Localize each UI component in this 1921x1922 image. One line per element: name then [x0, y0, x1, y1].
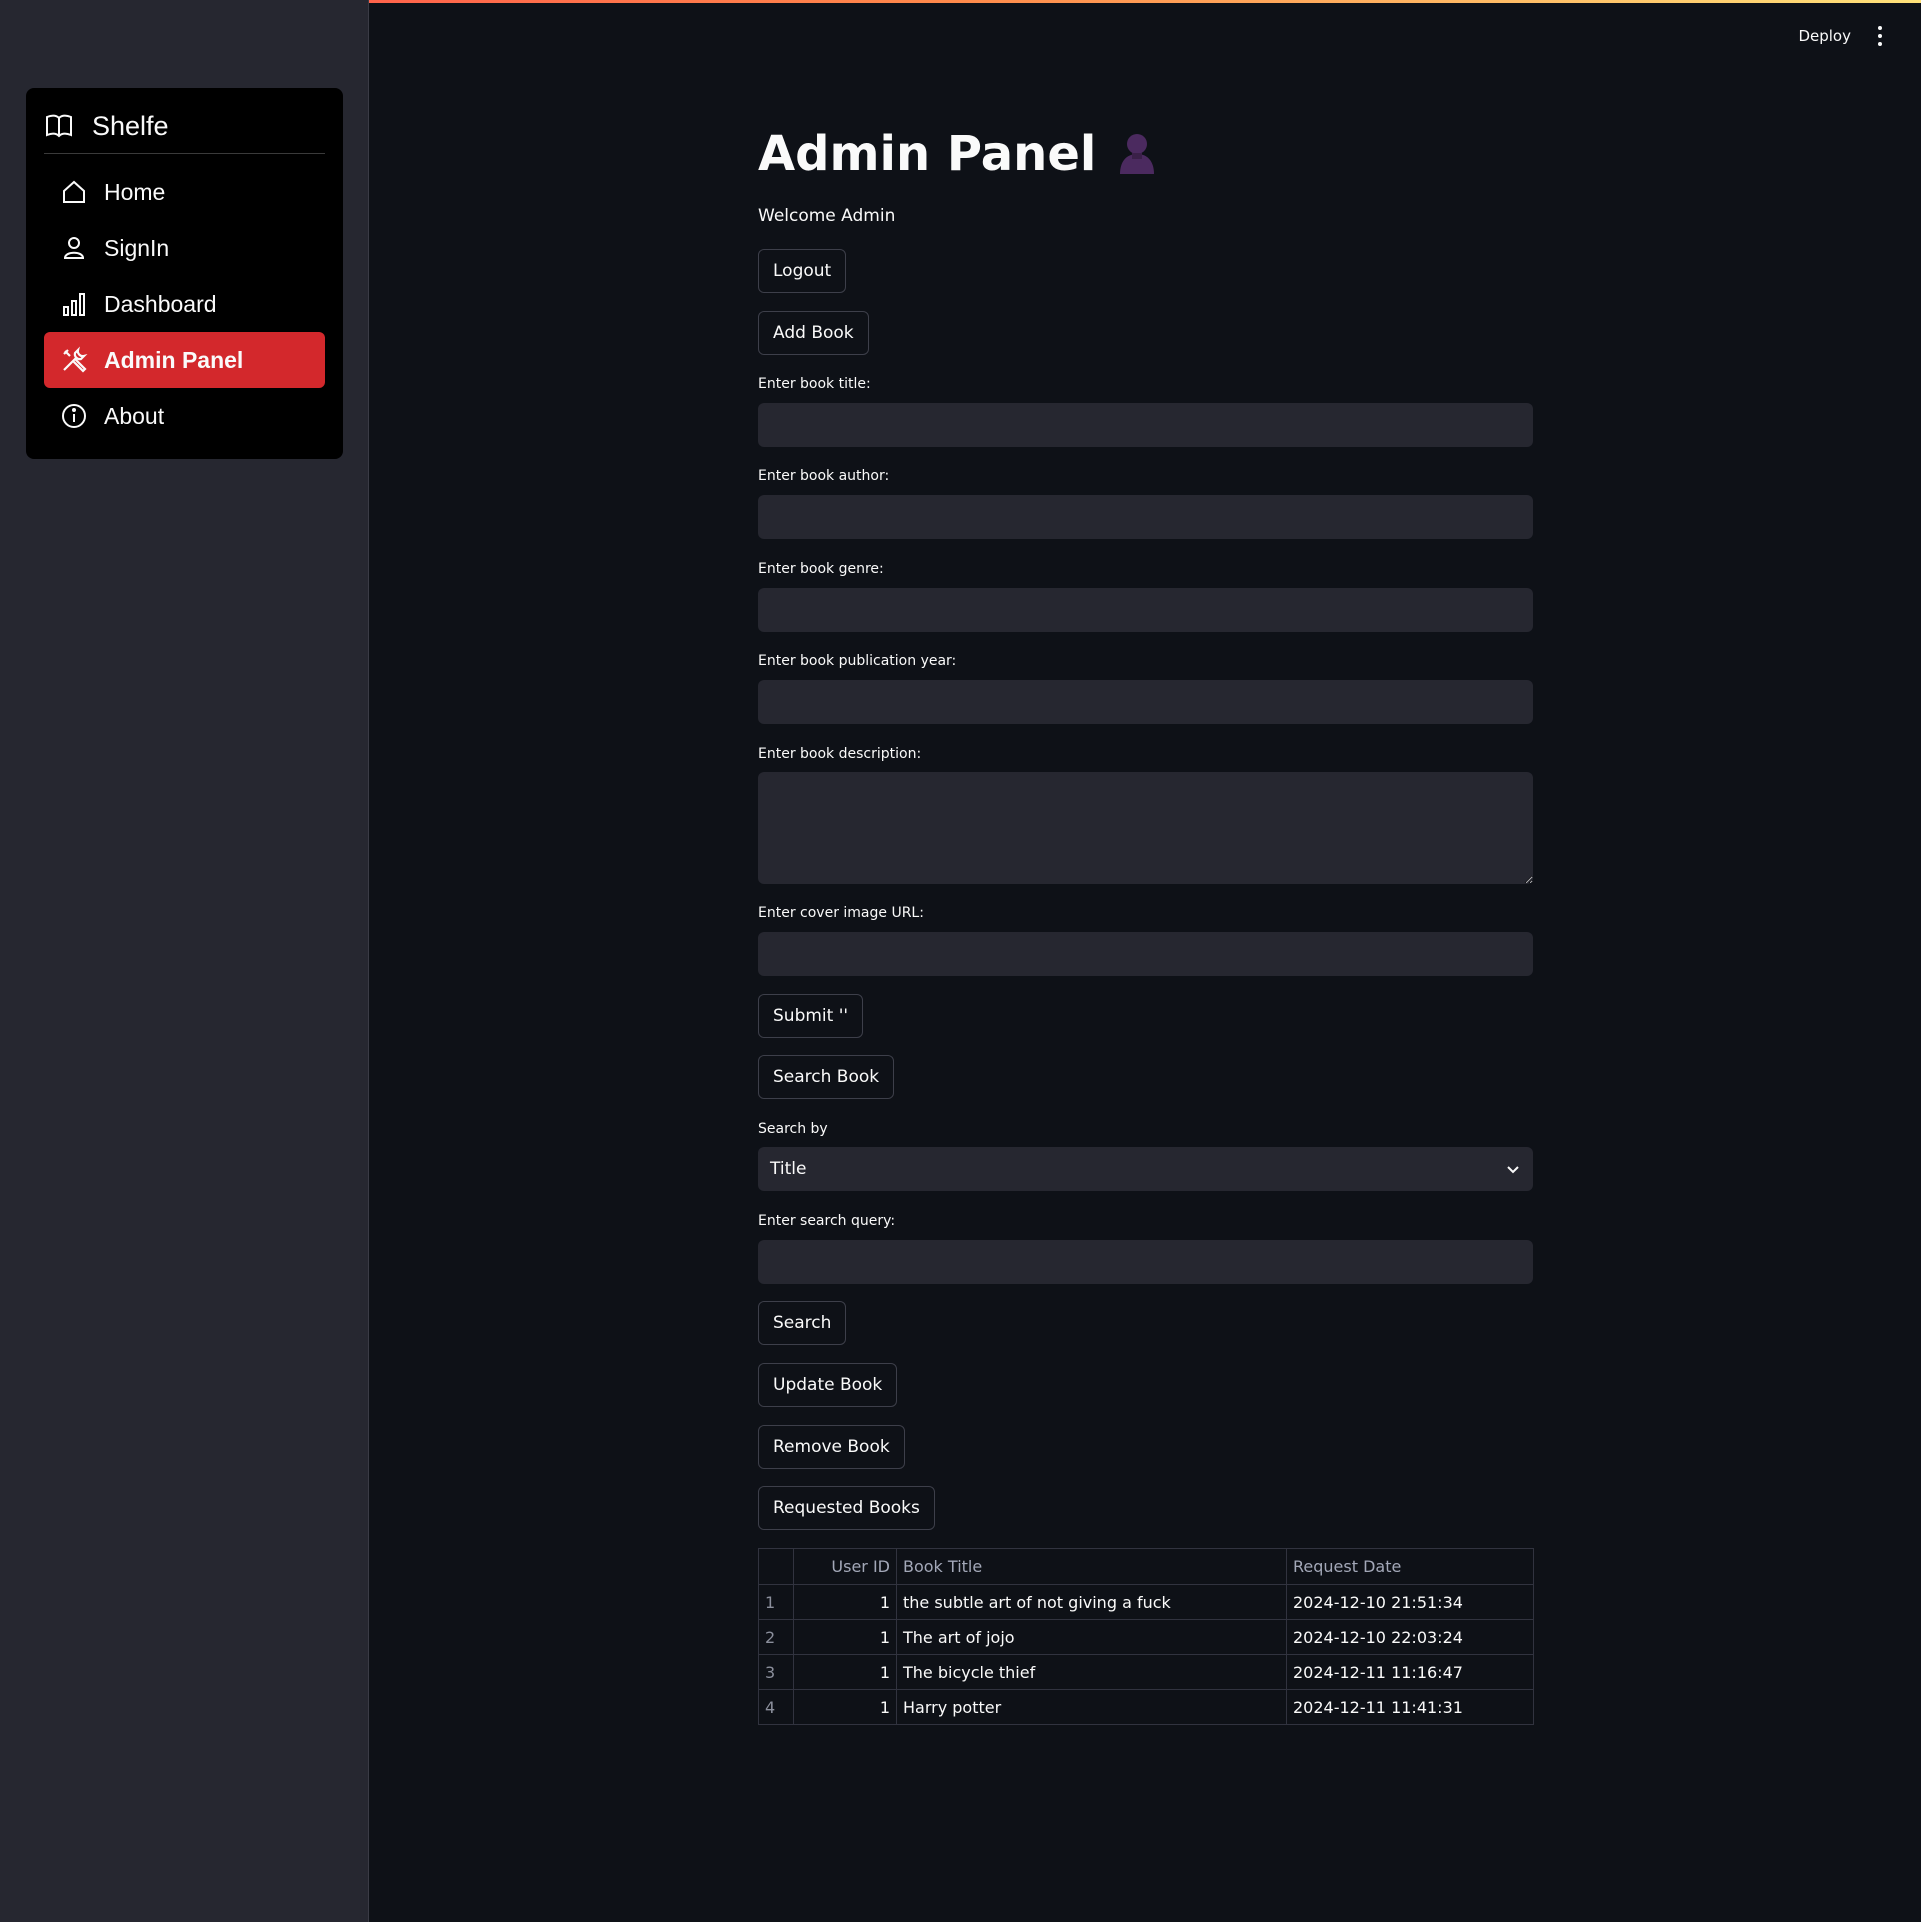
- cell-request-date[interactable]: 2024-12-11 11:16:47: [1286, 1654, 1534, 1690]
- book-icon: [46, 114, 72, 138]
- column-header-user-id[interactable]: User ID: [793, 1548, 897, 1585]
- sidebar-item-label: About: [104, 402, 165, 429]
- brand-divider: [44, 153, 325, 154]
- bar-chart-icon: [63, 293, 85, 316]
- book-title-label: Enter book title:: [758, 376, 871, 392]
- nav-menu: Shelfe Home SignIn Dashboard Admin Panel…: [26, 88, 343, 459]
- row-index: 1: [758, 1584, 794, 1620]
- remove-book-button[interactable]: Remove Book: [758, 1425, 905, 1469]
- sidebar-item-dashboard[interactable]: Dashboard: [44, 276, 325, 332]
- cell-request-date[interactable]: 2024-12-10 21:51:34: [1286, 1584, 1534, 1620]
- row-index: 2: [758, 1619, 794, 1655]
- column-header-book-title[interactable]: Book Title: [896, 1548, 1287, 1585]
- person-icon: [63, 237, 85, 259]
- welcome-text: Welcome Admin: [758, 206, 896, 226]
- more-menu-icon[interactable]: [1873, 26, 1887, 46]
- update-book-button[interactable]: Update Book: [758, 1363, 898, 1407]
- cell-user-id[interactable]: 1: [793, 1654, 897, 1690]
- row-index: 4: [758, 1689, 794, 1725]
- search-book-button[interactable]: Search Book: [758, 1055, 895, 1099]
- sidebar-item-admin-panel[interactable]: Admin Panel: [44, 332, 325, 388]
- search-query-label: Enter search query:: [758, 1213, 896, 1229]
- table-row: 2 1 The art of jojo 2024-12-10 22:03:24: [758, 1619, 1534, 1655]
- brand-name: Shelfe: [92, 110, 169, 141]
- home-icon: [63, 180, 85, 203]
- book-year-input[interactable]: [758, 680, 1533, 724]
- sidebar-item-label: Dashboard: [104, 290, 217, 317]
- book-author-label: Enter book author:: [758, 468, 890, 484]
- logout-button[interactable]: Logout: [758, 249, 847, 293]
- column-header-request-date[interactable]: Request Date: [1286, 1548, 1534, 1585]
- cell-user-id[interactable]: 1: [793, 1584, 897, 1620]
- info-icon: [62, 404, 86, 428]
- chevron-down-icon: [1507, 1166, 1519, 1174]
- cell-user-id[interactable]: 1: [793, 1619, 897, 1655]
- cell-book-title[interactable]: Harry potter: [896, 1689, 1287, 1725]
- admin-silhouette-icon: [1120, 134, 1155, 174]
- search-by-label: Search by: [758, 1121, 828, 1137]
- cover-url-input[interactable]: [758, 932, 1533, 976]
- tools-icon: [63, 346, 88, 373]
- table-header-row: User ID Book Title Request Date: [758, 1548, 1534, 1585]
- page-title: Admin Panel: [758, 126, 1097, 182]
- search-query-input[interactable]: [758, 1240, 1533, 1284]
- book-description-label: Enter book description:: [758, 746, 922, 762]
- book-author-input[interactable]: [758, 495, 1533, 539]
- sidebar-item-about[interactable]: About: [44, 388, 325, 444]
- search-by-select[interactable]: Title: [758, 1147, 1533, 1191]
- cell-book-title[interactable]: The art of jojo: [896, 1619, 1287, 1655]
- app-header-actions: Deploy: [1798, 26, 1887, 46]
- sidebar-item-label: Admin Panel: [104, 346, 244, 373]
- search-by-value: Title: [770, 1159, 807, 1179]
- row-index: 3: [758, 1654, 794, 1690]
- add-book-button[interactable]: Add Book: [758, 311, 869, 355]
- cover-url-label: Enter cover image URL:: [758, 905, 924, 921]
- book-description-textarea[interactable]: [758, 772, 1533, 884]
- table-row: 1 1 the subtle art of not giving a fuck …: [758, 1584, 1534, 1620]
- sidebar-item-label: SignIn: [104, 234, 170, 261]
- submit-button[interactable]: Submit '': [758, 994, 864, 1038]
- cell-book-title[interactable]: The bicycle thief: [896, 1654, 1287, 1690]
- book-year-label: Enter book publication year:: [758, 653, 957, 669]
- title-row: Admin Panel: [758, 126, 1162, 182]
- table-row: 4 1 Harry potter 2024-12-11 11:41:31: [758, 1689, 1534, 1725]
- sidebar-item-home[interactable]: Home: [44, 164, 325, 220]
- search-button[interactable]: Search: [758, 1301, 847, 1345]
- book-title-input[interactable]: [758, 403, 1533, 447]
- sidebar-item-signin[interactable]: SignIn: [44, 220, 325, 276]
- cell-request-date[interactable]: 2024-12-11 11:41:31: [1286, 1689, 1534, 1725]
- column-header-index[interactable]: [758, 1548, 794, 1585]
- deploy-button[interactable]: Deploy: [1798, 27, 1851, 45]
- table-row: 3 1 The bicycle thief 2024-12-11 11:16:4…: [758, 1654, 1534, 1690]
- sidebar: Shelfe Home SignIn Dashboard Admin Panel…: [0, 0, 369, 1922]
- brand: Shelfe: [44, 106, 169, 146]
- cell-request-date[interactable]: 2024-12-10 22:03:24: [1286, 1619, 1534, 1655]
- book-genre-input[interactable]: [758, 588, 1533, 632]
- cell-user-id[interactable]: 1: [793, 1689, 897, 1725]
- sidebar-item-label: Home: [104, 178, 166, 205]
- requested-books-button[interactable]: Requested Books: [758, 1486, 935, 1530]
- book-genre-label: Enter book genre:: [758, 561, 884, 577]
- requested-books-table: User ID Book Title Request Date 1 1 the …: [758, 1548, 1534, 1725]
- cell-book-title[interactable]: the subtle art of not giving a fuck: [896, 1584, 1287, 1620]
